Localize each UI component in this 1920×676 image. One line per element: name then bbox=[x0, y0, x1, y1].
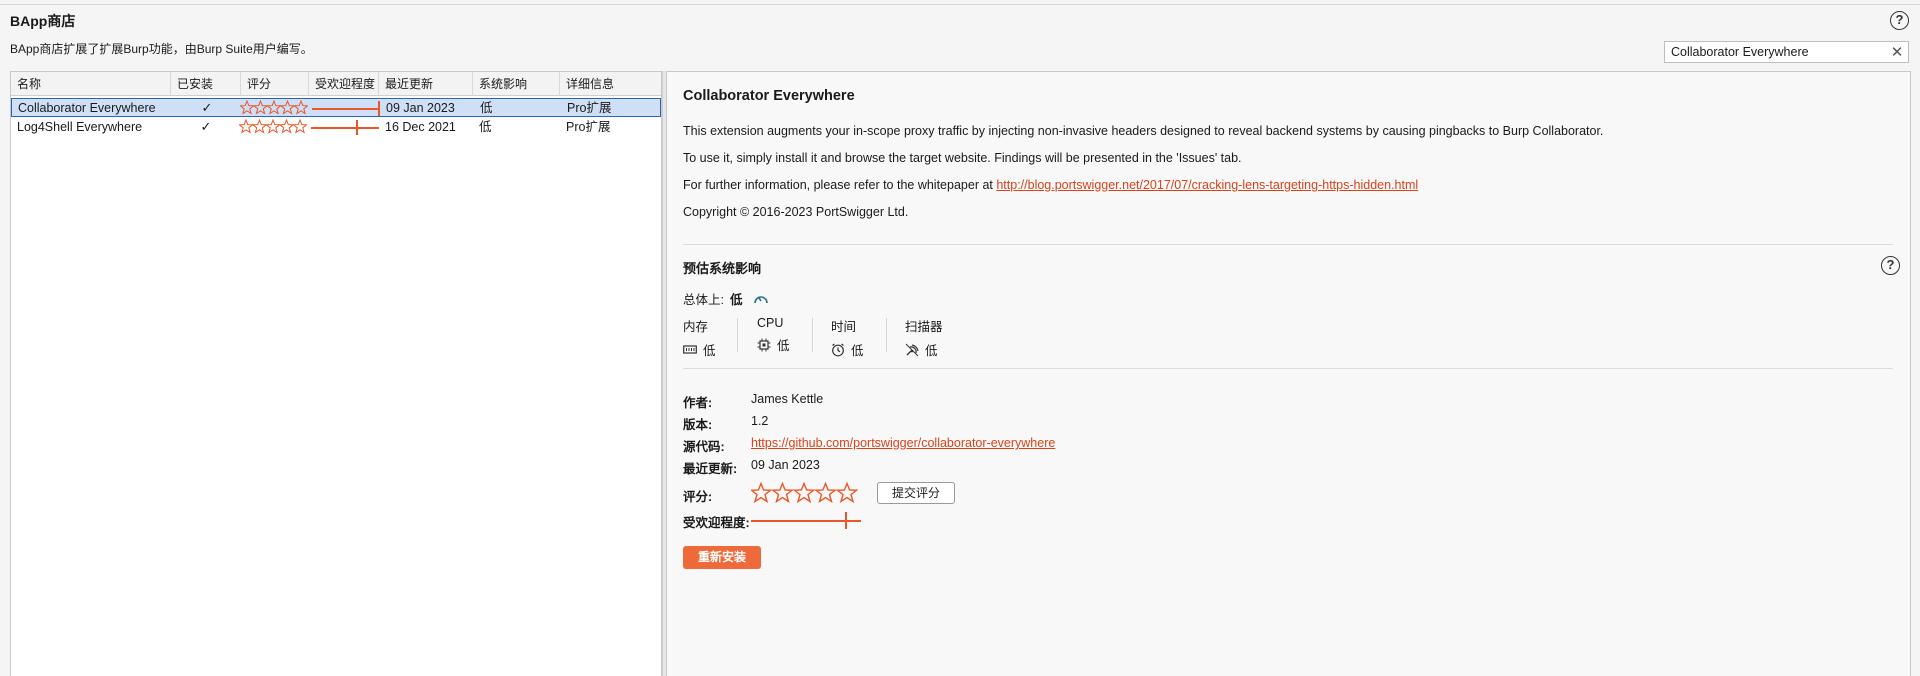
author-label: 作者: bbox=[683, 396, 713, 410]
impact-separator bbox=[737, 318, 738, 352]
submit-rating-button[interactable]: 提交评分 bbox=[877, 482, 955, 504]
cell-impact: 低 bbox=[479, 120, 492, 134]
impact-section-title: 预估系统影响 bbox=[683, 261, 762, 276]
impact-memory-label: 内存 bbox=[683, 320, 709, 334]
extension-table: 名称 已安装 评分 受欢迎程度 最近更新 系统影响 详细信息 Collabora… bbox=[10, 71, 662, 676]
impact-memory-value: 低 bbox=[703, 344, 716, 358]
popularity-marker bbox=[844, 512, 847, 529]
cell-updated: 09 Jan 2023 bbox=[386, 101, 455, 115]
impact-scanner: 扫描器 低 bbox=[905, 316, 943, 359]
description-paragraph: To use it, simply install it and browse … bbox=[683, 151, 1242, 165]
installed-check-icon: ✓ bbox=[201, 100, 213, 115]
cell-impact: 低 bbox=[480, 101, 493, 115]
cell-name: Log4Shell Everywhere bbox=[17, 120, 143, 134]
clear-search-icon[interactable]: ✕ bbox=[1886, 43, 1908, 61]
updated-label: 最近更新: bbox=[683, 462, 738, 476]
copyright: Copyright © 2016-2023 PortSwigger Ltd. bbox=[683, 205, 909, 219]
popularity-bar bbox=[311, 127, 379, 129]
version-label: 版本: bbox=[683, 418, 713, 432]
column-header-updated[interactable]: 最近更新 bbox=[379, 72, 473, 96]
impact-memory: 内存 低 bbox=[683, 316, 716, 359]
scanner-icon bbox=[905, 343, 919, 356]
page-title: BApp商店 bbox=[10, 13, 76, 29]
column-header-popularity[interactable]: 受欢迎程度 bbox=[309, 72, 379, 96]
impact-cpu: CPU 低 bbox=[757, 316, 790, 354]
source-label: 源代码: bbox=[683, 440, 725, 454]
whitepaper-line: For further information, please refer to… bbox=[683, 178, 1418, 192]
column-header-impact[interactable]: 系统影响 bbox=[473, 72, 560, 96]
description-paragraph: This extension augments your in-scope pr… bbox=[683, 124, 1604, 138]
reinstall-button[interactable]: 重新安装 bbox=[683, 546, 761, 569]
divider bbox=[683, 244, 1893, 245]
impact-time: 时间 低 bbox=[831, 316, 864, 359]
impact-time-label: 时间 bbox=[831, 320, 857, 334]
cell-details: Pro扩展 bbox=[566, 120, 611, 134]
memory-icon bbox=[683, 344, 697, 354]
installed-check-icon: ✓ bbox=[200, 119, 212, 134]
gauge-icon bbox=[753, 295, 768, 303]
rating-stars bbox=[240, 100, 308, 119]
column-header-name[interactable]: 名称 bbox=[11, 72, 171, 96]
author-value: James Kettle bbox=[751, 392, 824, 406]
impact-time-value: 低 bbox=[851, 344, 864, 358]
overall-impact: 总体上: 低 bbox=[683, 289, 769, 308]
cell-updated: 16 Dec 2021 bbox=[385, 120, 456, 134]
search-input[interactable] bbox=[1671, 45, 1886, 59]
cpu-icon bbox=[757, 338, 771, 351]
impact-cpu-value: 低 bbox=[777, 339, 790, 353]
overall-label: 总体上: bbox=[683, 293, 724, 307]
column-header-rating[interactable]: 评分 bbox=[241, 72, 309, 96]
rating-input[interactable] bbox=[751, 482, 861, 504]
top-divider bbox=[0, 4, 1920, 5]
overall-value: 低 bbox=[729, 293, 743, 307]
cell-details: Pro扩展 bbox=[567, 101, 612, 115]
rating-label: 评分: bbox=[683, 490, 713, 504]
divider bbox=[683, 368, 1893, 369]
source-link[interactable]: https://github.com/portswigger/collabora… bbox=[751, 436, 1055, 450]
extension-detail-panel: Collaborator Everywhere This extension a… bbox=[666, 71, 1911, 676]
help-icon[interactable]: ? bbox=[1890, 11, 1909, 30]
whitepaper-link[interactable]: http://blog.portswigger.net/2017/07/crac… bbox=[996, 178, 1418, 192]
search-box: ✕ bbox=[1664, 41, 1909, 63]
impact-scanner-label: 扫描器 bbox=[905, 320, 943, 334]
impact-cpu-label: CPU bbox=[757, 316, 784, 330]
extension-title: Collaborator Everywhere bbox=[683, 88, 855, 104]
popularity-label: 受欢迎程度: bbox=[683, 516, 750, 530]
table-row[interactable]: Collaborator Everywhere ✓ 09 Jan 2023 低 … bbox=[11, 98, 661, 117]
version-value: 1.2 bbox=[751, 414, 769, 428]
popularity-bar bbox=[312, 108, 380, 110]
impact-separator bbox=[812, 318, 813, 352]
cell-name: Collaborator Everywhere bbox=[18, 101, 156, 115]
star-outline-icon bbox=[751, 482, 859, 504]
clock-icon bbox=[832, 343, 844, 356]
star-outline-icon bbox=[239, 119, 307, 134]
rating-stars bbox=[239, 119, 307, 138]
column-header-installed[interactable]: 已安装 bbox=[171, 72, 241, 96]
table-row[interactable]: Log4Shell Everywhere ✓ 16 Dec 2021 低 Pro… bbox=[11, 118, 661, 137]
impact-scanner-value: 低 bbox=[925, 344, 938, 358]
table-header: 名称 已安装 评分 受欢迎程度 最近更新 系统影响 详细信息 bbox=[11, 72, 661, 96]
updated-value: 09 Jan 2023 bbox=[751, 458, 820, 472]
column-header-details[interactable]: 详细信息 bbox=[560, 72, 662, 96]
popularity-marker bbox=[355, 120, 358, 135]
whitepaper-prefix: For further information, please refer to… bbox=[683, 178, 997, 192]
impact-help-icon[interactable]: ? bbox=[1881, 256, 1900, 275]
star-outline-icon bbox=[240, 100, 308, 115]
impact-separator bbox=[886, 318, 887, 352]
page-description: BApp商店扩展了扩展Burp功能，由Burp Suite用户编写。 bbox=[10, 42, 313, 56]
